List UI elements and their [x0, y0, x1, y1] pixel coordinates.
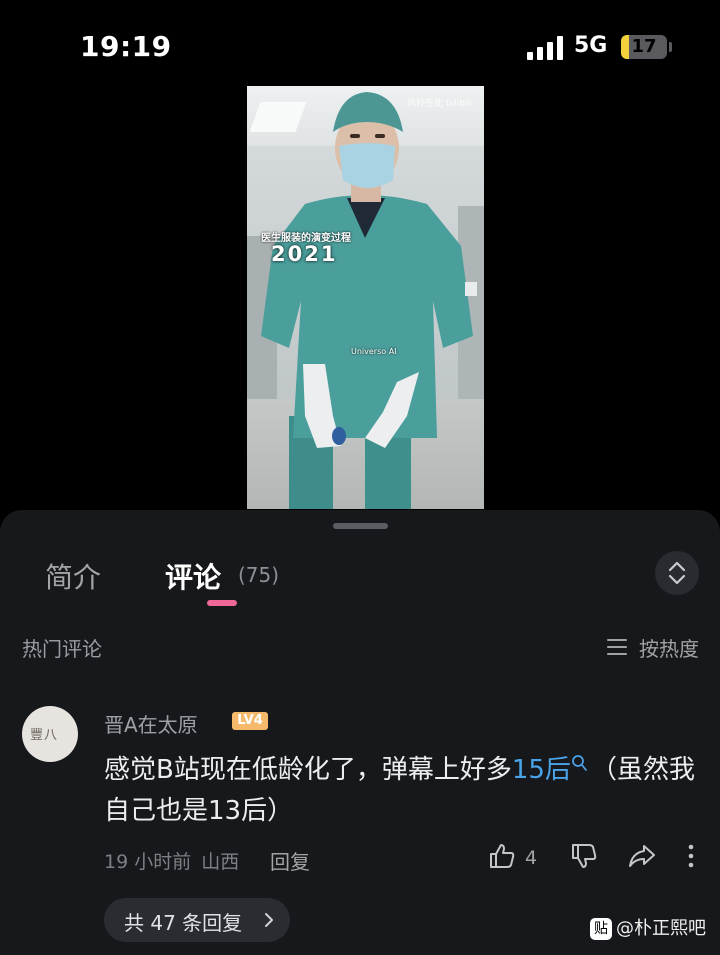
reply-button[interactable]: 回复 [270, 846, 310, 875]
hot-comments-label: 热门评论 [22, 637, 102, 661]
doctor-figure [261, 92, 477, 509]
comment-text-part1: 感觉B站现在低龄化了，弹幕上好多 [104, 755, 512, 785]
sheet-drag-handle[interactable] [333, 523, 388, 529]
video-watermark: 风铃在此 bilibili [407, 99, 473, 109]
network-type: 5G [574, 33, 608, 58]
level-badge: LV4 [232, 712, 268, 730]
status-bar: 19:19 5G 17 [0, 0, 720, 90]
search-icon[interactable] [571, 754, 588, 774]
chevron-right-icon [265, 913, 273, 927]
comment-search-keyword[interactable]: 15后 [512, 755, 571, 785]
share-icon[interactable] [627, 842, 657, 870]
thumbs-up-icon[interactable] [487, 841, 517, 871]
battery-level: 17 [631, 36, 657, 57]
collapse-button[interactable] [655, 551, 699, 595]
comment-time: 19 小时前 [104, 851, 192, 873]
avatar-text: 豐八 [30, 728, 59, 743]
source-watermark: 贴 @朴正熙吧 [590, 914, 706, 940]
tieba-logo-icon: 贴 [590, 918, 612, 940]
comment-username[interactable]: 晋A在太原 [104, 709, 198, 738]
comments-count: (75) [238, 563, 280, 587]
video-caption-year: 2021 [271, 242, 338, 266]
sort-lines-icon [607, 639, 627, 655]
source-watermark-text: @朴正熙吧 [616, 918, 706, 939]
chevron-up-down-icon [668, 561, 686, 585]
tab-active-indicator [207, 600, 237, 606]
tab-comments[interactable]: 评论 [165, 556, 221, 596]
thumbs-down-icon[interactable] [569, 841, 599, 871]
sort-label: 按热度 [639, 637, 699, 661]
signal-icon [527, 36, 563, 60]
comments-sheet: 简介 评论 (75) 热门评论 按热度 豐八 晋A在太原 LV4 感觉B站现在低… [0, 510, 720, 955]
more-options-icon[interactable] [687, 843, 695, 869]
status-time: 19:19 [80, 30, 172, 63]
comment-body: 感觉B站现在低龄化了，弹幕上好多15后 （虽然我自己也是13后） [104, 750, 704, 832]
tab-intro[interactable]: 简介 [45, 556, 101, 596]
battery-cap [669, 42, 672, 52]
replies-count-label: 共 47 条回复 [124, 911, 243, 935]
comment-meta: 19 小时前 山西 [104, 847, 249, 874]
video-ai-mark: Universo AI [351, 347, 397, 356]
comment-location: 山西 [201, 851, 240, 873]
battery-icon: 17 [621, 35, 667, 59]
view-replies-button[interactable]: 共 47 条回复 [104, 898, 290, 942]
avatar[interactable]: 豐八 [22, 706, 78, 762]
video-player[interactable]: 风铃在此 bilibili 医生服装的演变过程 2021 Universo AI [247, 86, 484, 509]
like-count: 4 [525, 847, 538, 869]
